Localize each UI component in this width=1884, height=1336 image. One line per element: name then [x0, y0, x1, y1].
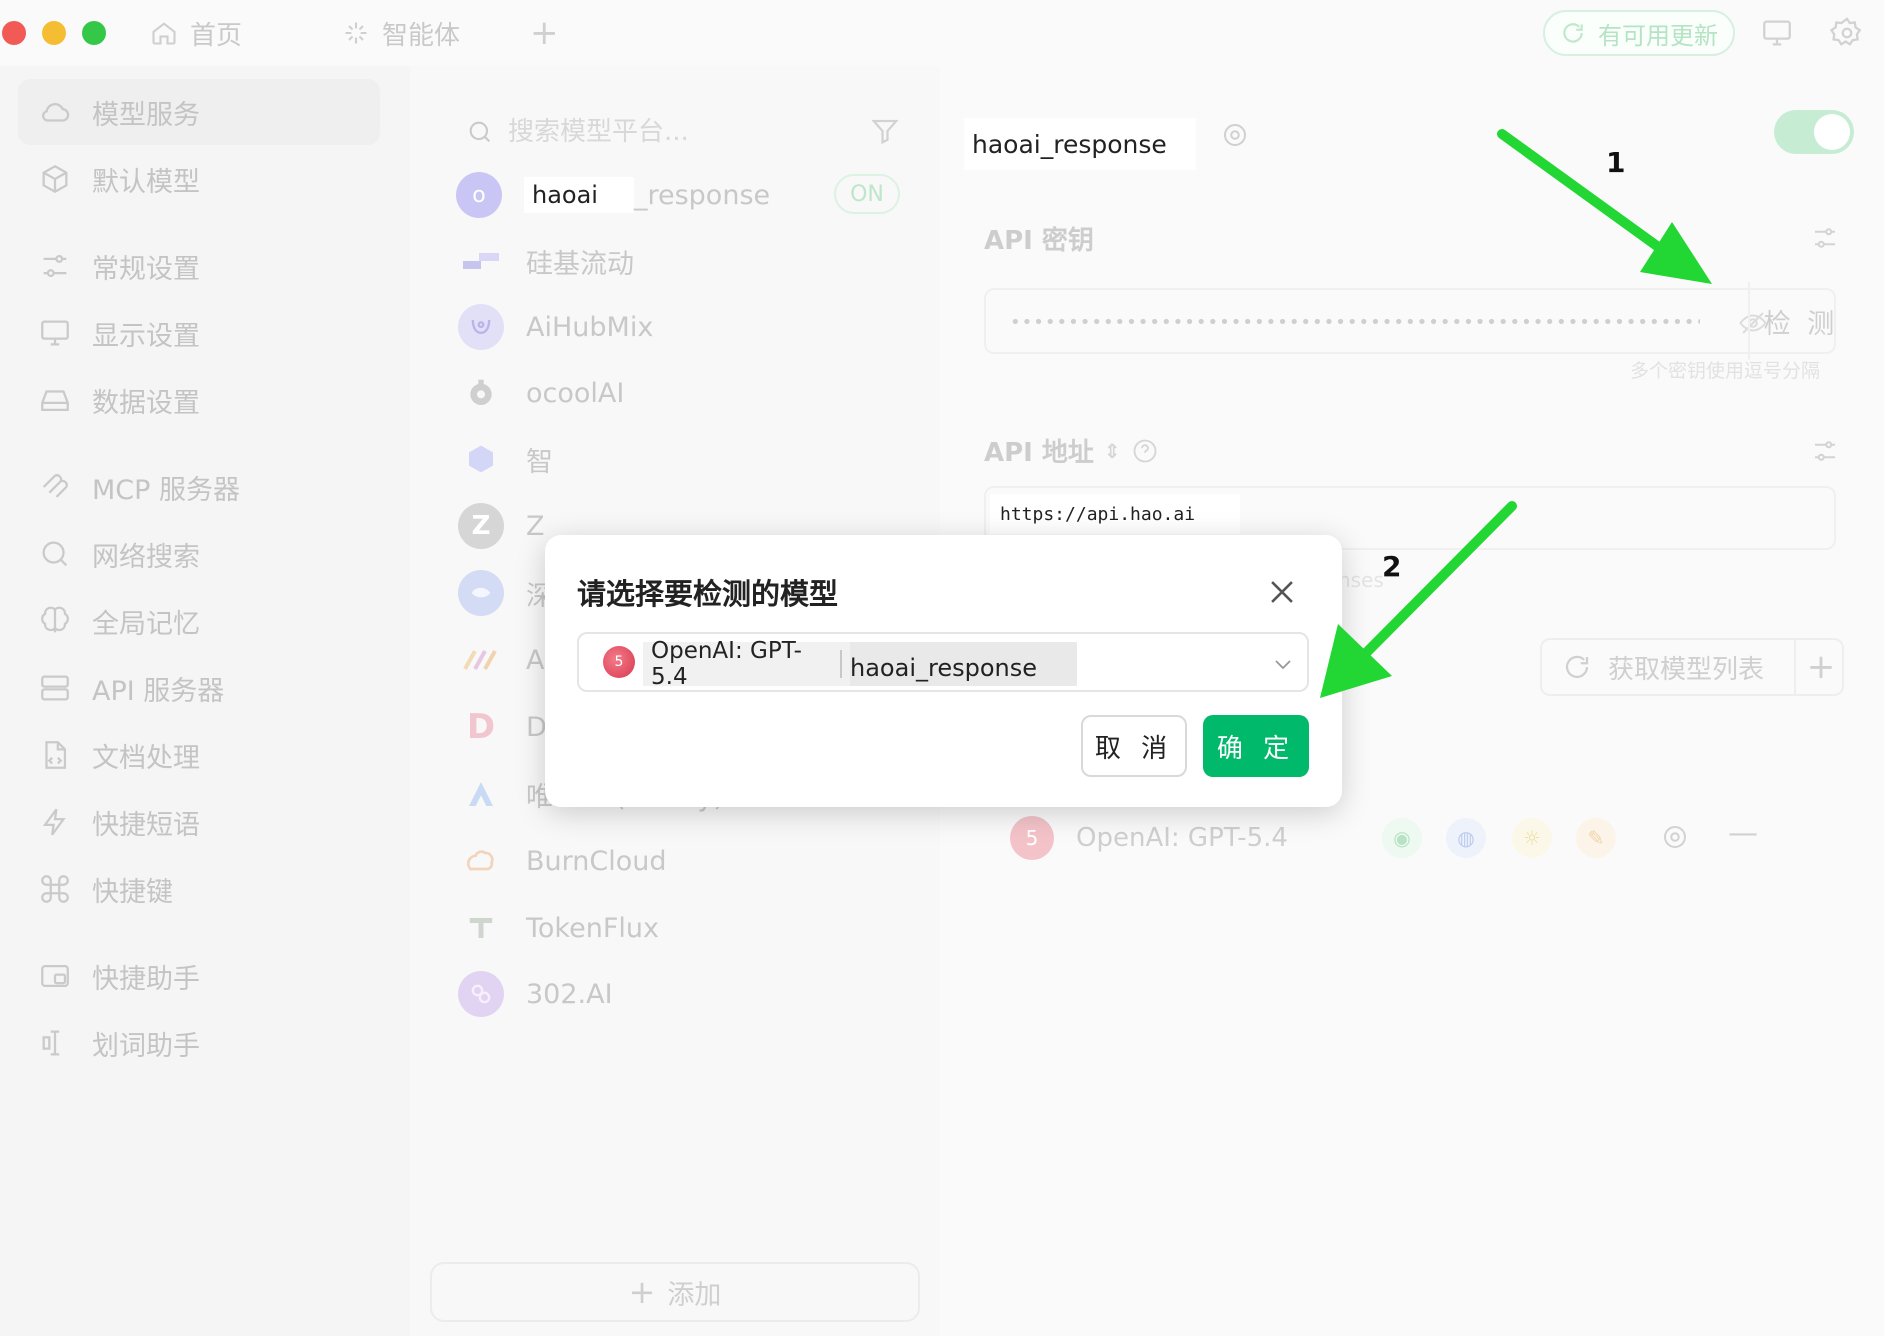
cancel-button[interactable]: 取 消: [1081, 715, 1187, 777]
close-icon[interactable]: [1265, 575, 1299, 609]
annotation-label-1: 1: [1606, 146, 1626, 179]
select-model-dialog: 请选择要检测的模型 5 OpenAI: GPT-5.4 haoai_respon…: [545, 535, 1342, 807]
chevron-down-icon[interactable]: [1271, 652, 1295, 676]
separator: [840, 650, 843, 678]
selected-model-name: OpenAI: GPT-5.4: [651, 638, 802, 690]
annotation-label-2: 2: [1382, 550, 1402, 583]
selected-model-value: OpenAI: GPT-5.4 haoai_response: [643, 638, 1077, 690]
confirm-button[interactable]: 确 定: [1203, 715, 1309, 777]
dialog-title: 请选择要检测的模型: [577, 577, 839, 611]
model-select[interactable]: 5 OpenAI: GPT-5.4 haoai_response: [577, 632, 1309, 692]
openai-model-logo-icon: 5: [603, 646, 635, 678]
selected-model-provider: haoai_response: [850, 642, 1077, 686]
